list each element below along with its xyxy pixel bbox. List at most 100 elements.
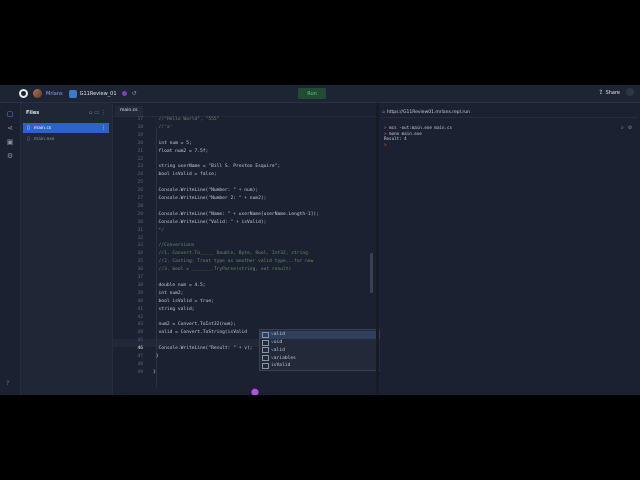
tab-main-cs[interactable]: main.cs: [115, 106, 143, 116]
run-button[interactable]: Run: [298, 88, 326, 99]
run-label: Run: [307, 90, 317, 97]
symbol-icon: [262, 362, 269, 369]
code-line[interactable]: //3. bool = _______.TryParse(string, out…: [153, 267, 292, 272]
code-line[interactable]: Console.WriteLine("Result: " + v);: [153, 346, 253, 351]
activity-rail: ▢ ⋖ ▣ ⚙ ?: [0, 103, 21, 395]
file-item-main-cs[interactable]: ▯ main.cs ⋮: [23, 123, 109, 133]
new-folder-icon[interactable]: ▭: [94, 110, 101, 116]
code-line[interactable]: //2. Casting: Treat type as another vali…: [153, 259, 314, 264]
line-number: 45: [137, 338, 143, 344]
code-line[interactable]: }: [153, 354, 159, 359]
search-icon[interactable]: ⌕: [621, 125, 628, 131]
autocomplete-label: ariables: [273, 355, 296, 361]
line-number: 30: [137, 219, 143, 225]
line-number: 29: [137, 211, 143, 217]
code-line[interactable]: string valid;: [153, 307, 195, 312]
file-item-main-exe[interactable]: ▯ main.exe: [23, 134, 109, 144]
code-line[interactable]: bool isValid = true;: [153, 299, 214, 304]
history-icon[interactable]: ↺: [132, 90, 137, 97]
console-line: Result: 4: [384, 136, 407, 141]
symbol-icon: [262, 355, 269, 362]
share-icon: ⇪: [598, 89, 604, 96]
replit-logo-icon[interactable]: [19, 89, 28, 98]
code-line[interactable]: int num2;: [153, 291, 184, 296]
code-line[interactable]: Console.WriteLine("Name: " + userName[us…: [153, 212, 319, 217]
profile-menu-icon[interactable]: [626, 88, 634, 96]
share-code-icon[interactable]: ⋖: [6, 124, 14, 132]
help-icon[interactable]: ?: [6, 380, 9, 387]
file-icon: ▯: [27, 136, 30, 142]
avatar[interactable]: [33, 89, 42, 98]
menu-icon[interactable]: [4, 91, 12, 97]
code-line[interactable]: string userName = "Bill S. Preston Esqui…: [153, 164, 281, 169]
line-number: 31: [137, 227, 143, 233]
code-line[interactable]: Console.WriteLine("Number 2: " + num2);: [153, 196, 267, 201]
line-number: 38: [137, 282, 143, 288]
line-number: 25: [137, 180, 143, 186]
console-text: mono main.exe: [386, 130, 422, 136]
console-tools: ⌕⊘: [621, 125, 636, 131]
more-icon[interactable]: ⋮: [101, 110, 108, 116]
pane-splitter[interactable]: [376, 103, 379, 395]
autocomplete-label: alid: [273, 347, 285, 353]
code-line[interactable]: Console.WriteLine("Valid: " + isValid);: [153, 220, 267, 225]
clear-icon[interactable]: ⊘: [628, 125, 636, 131]
line-number: 48: [137, 361, 143, 367]
code-line[interactable]: Console.WriteLine("Number: " + num);: [153, 188, 259, 193]
files-actions: ▫▭⋮: [89, 110, 108, 116]
username-link[interactable]: Mrlans: [46, 91, 63, 97]
line-number: 37: [137, 275, 143, 280]
code-line[interactable]: valid = Convert.ToString(isValid: [153, 330, 248, 335]
code-line[interactable]: //"Hello World", "555": [153, 117, 220, 122]
settings-icon[interactable]: ⚙: [6, 152, 14, 160]
line-number: 39: [137, 290, 143, 296]
share-label: Share: [605, 89, 620, 96]
line-number: 28: [137, 203, 143, 209]
code-line[interactable]: float num2 = 7.5f;: [153, 149, 209, 154]
code-line[interactable]: */: [153, 228, 165, 233]
code-editor[interactable]: main.cs 17 18 19 20 21 22 23 24 25 26 27 28 29 30 31 32…: [113, 103, 402, 395]
packages-icon[interactable]: ▣: [6, 138, 14, 146]
line-number: 41: [137, 306, 143, 312]
code-line[interactable]: num2 = Convert.ToInt32(num);: [153, 322, 236, 327]
drag-handle-icon[interactable]: ⬤: [251, 388, 259, 395]
file-name: main.cs: [33, 125, 52, 131]
line-number: 43: [137, 322, 143, 328]
line-number: 34: [137, 251, 143, 257]
line-number: 21: [137, 148, 143, 154]
code-line[interactable]: //1. Convert.To_____ Double, Byte, Bool,…: [153, 251, 308, 256]
code-line[interactable]: }: [153, 370, 156, 375]
line-number: 36: [137, 267, 143, 273]
console-line: > mcs -out:main.exe main.cs: [384, 125, 452, 130]
code-line[interactable]: int num = 5;: [153, 141, 192, 146]
line-number: 47: [137, 354, 143, 359]
line-number: 23: [137, 164, 143, 170]
editor-scrollbar[interactable]: [370, 253, 373, 293]
line-number-gutter: 17 18 19 20 21 22 23 24 25 26 27 28 29 30 31 32 33 34 35 36…: [113, 117, 143, 387]
symbol-icon: [262, 339, 269, 346]
repl-name[interactable]: G11Review_01: [80, 91, 117, 97]
status-dot-icon: [121, 91, 127, 96]
code-line[interactable]: bool isValid = false;: [153, 172, 217, 177]
symbol-icon: [262, 347, 269, 354]
line-number: 44: [137, 330, 143, 336]
url-bar[interactable]: ⌂ https://G11Review01.mrlans.repl.run: [380, 108, 638, 118]
code-line[interactable]: //'a': [153, 125, 173, 130]
file-name: main.exe: [33, 136, 55, 142]
files-icon[interactable]: ▢: [6, 110, 14, 118]
file-icon: ▯: [27, 125, 30, 131]
lock-icon: ⌂: [382, 110, 385, 115]
share-button[interactable]: ⇪ Share: [599, 89, 620, 96]
autocomplete-label: alid: [273, 332, 285, 338]
file-more-icon[interactable]: ⋮: [101, 125, 106, 131]
repl-url[interactable]: https://G11Review01.mrlans.repl.run: [387, 110, 470, 115]
line-number: 26: [137, 188, 143, 194]
line-number: 27: [137, 196, 143, 201]
line-number: 24: [137, 172, 143, 178]
line-number: 35: [137, 259, 143, 265]
line-number: 33: [137, 243, 143, 249]
line-number: 22: [137, 156, 143, 162]
code-line[interactable]: //Conversions: [153, 243, 195, 248]
prompt-icon: >: [384, 141, 387, 147]
code-line[interactable]: double num = 4.5;: [153, 283, 206, 288]
